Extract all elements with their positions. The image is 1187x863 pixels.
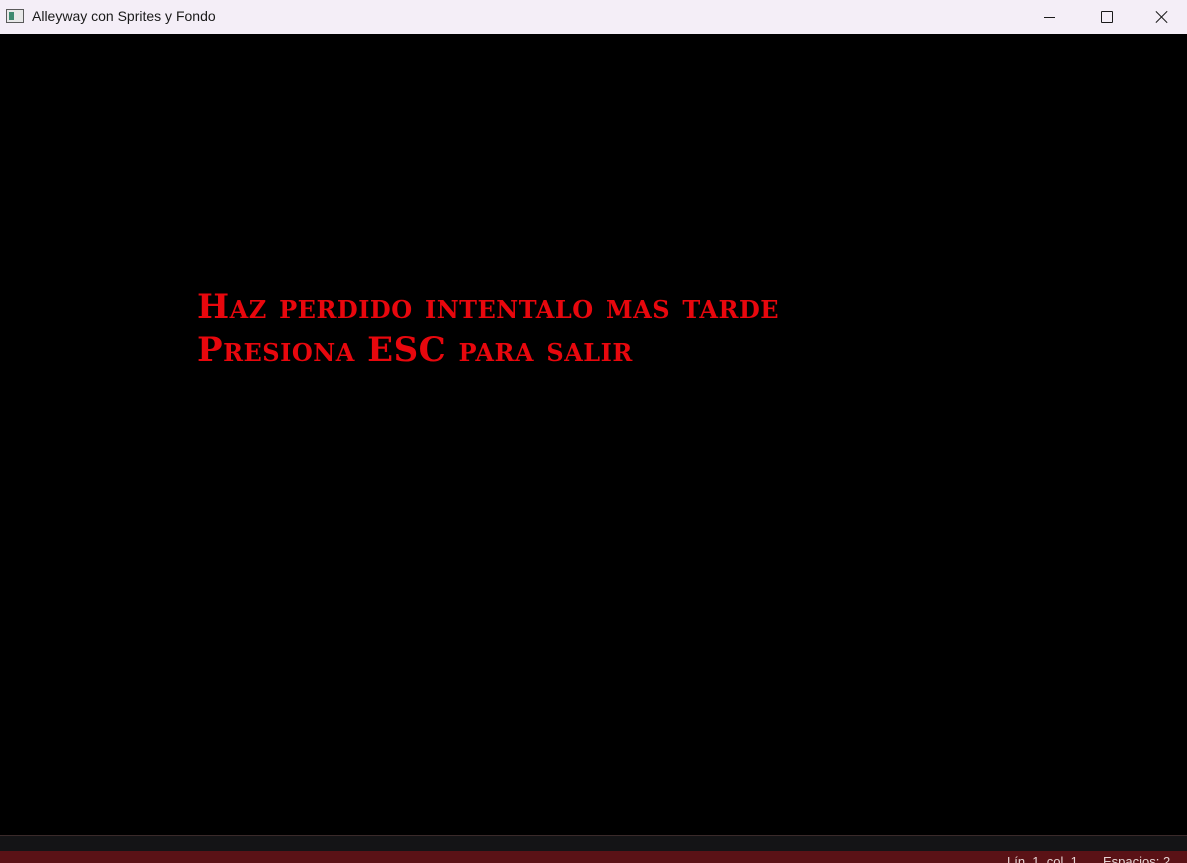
- editor-statusbar: Lín. 1, col. 1 Espacios: 2: [0, 851, 1187, 863]
- minimize-icon: [1043, 16, 1055, 18]
- game-canvas[interactable]: Haz perdido intentalo mas tarde Presiona…: [0, 34, 1187, 836]
- exit-instruction-message: Presiona ESC para salir: [197, 330, 633, 370]
- minimize-button[interactable]: [1020, 0, 1078, 34]
- window-titlebar[interactable]: Alleyway con Sprites y Fondo: [0, 0, 1187, 34]
- indentation-setting[interactable]: Espacios: 2: [1103, 854, 1170, 863]
- maximize-button[interactable]: [1078, 0, 1136, 34]
- statusbar-gap: [0, 836, 1187, 851]
- maximize-icon: [1101, 11, 1113, 23]
- app-window-icon: [6, 9, 24, 23]
- cursor-position[interactable]: Lín. 1, col. 1: [1007, 854, 1078, 863]
- close-button[interactable]: [1136, 0, 1187, 34]
- window-title: Alleyway con Sprites y Fondo: [32, 8, 216, 24]
- close-icon: [1155, 10, 1169, 24]
- game-over-message: Haz perdido intentalo mas tarde: [197, 287, 780, 327]
